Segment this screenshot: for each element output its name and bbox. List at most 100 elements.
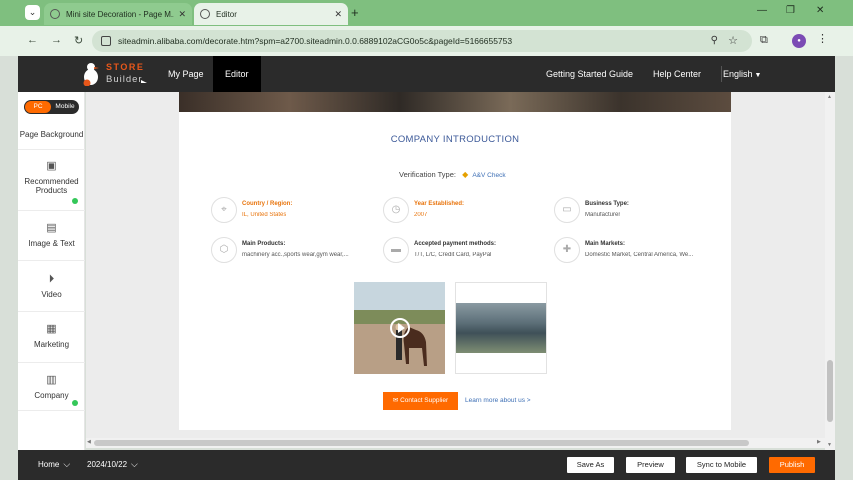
sidebar-item-recommended-products[interactable]: ▣ Recommended Products <box>18 160 85 195</box>
factory-photo[interactable] <box>455 282 547 374</box>
sync-to-mobile-button[interactable]: Sync to Mobile <box>686 457 757 473</box>
page-selector-label: Home <box>38 460 60 469</box>
info-label: Business Type: <box>585 201 629 207</box>
sidebar-item-label: Marketing <box>33 340 70 349</box>
section-title: COMPANY INTRODUCTION <box>390 134 520 145</box>
mouse-cursor <box>141 80 147 83</box>
pc-mobile-toggle[interactable]: PC Mobile <box>24 100 79 114</box>
info-country-region: ⌖ Country / Region: IL, United States <box>211 197 371 227</box>
company-icon: ▥ <box>46 374 57 386</box>
globe-icon <box>200 9 210 19</box>
restore-icon[interactable]: ❐ <box>786 5 795 16</box>
language-label: English <box>723 69 753 79</box>
nav-getting-started-guide[interactable]: Getting Started Guide <box>546 56 633 92</box>
publish-button[interactable]: Publish <box>769 457 815 473</box>
browser-tab-editor[interactable]: Editor ✕ <box>194 3 348 25</box>
info-value: Domestic Market, Central America, We... <box>585 252 694 258</box>
nav-divider <box>721 66 722 82</box>
globe-icon <box>50 9 60 19</box>
zoom-icon[interactable]: ⚲ <box>711 30 718 52</box>
scroll-up-icon[interactable]: ▲ <box>827 94 832 100</box>
new-badge-dot <box>72 198 78 204</box>
sidebar-item-marketing[interactable]: ▦ Marketing <box>18 323 85 349</box>
reload-icon[interactable]: ↻ <box>74 34 83 47</box>
minimize-icon[interactable]: — <box>757 5 767 16</box>
contact-supplier-button[interactable]: ✉ Contact Supplier <box>383 392 458 410</box>
sidebar-item-page-background[interactable]: Page Background <box>18 130 85 139</box>
extensions-icon[interactable]: ⧉ <box>760 34 768 47</box>
nav-editor[interactable]: Editor <box>213 56 261 92</box>
version-selector[interactable]: 2024/10/22 ⌵ <box>87 459 138 470</box>
vertical-scroll-thumb[interactable] <box>827 360 833 422</box>
toggle-mobile[interactable]: Mobile <box>52 101 78 113</box>
product-icon: ▣ <box>46 160 57 172</box>
divider <box>18 311 85 312</box>
chevron-down-icon: ⌵ <box>63 459 71 469</box>
url-field[interactable]: siteadmin.alibaba.com/decorate.htm?spm=a… <box>92 30 752 52</box>
verification-link[interactable]: A&V Check <box>472 172 505 179</box>
sidebar-item-company[interactable]: ▥ Company <box>18 374 85 400</box>
credit-card-icon: ▬ <box>383 237 409 263</box>
verification-label: Verification Type: <box>399 170 456 179</box>
info-payment-methods: ▬ Accepted payment methods: T/T, L/C, Cr… <box>383 237 543 267</box>
window-close-icon[interactable]: ✕ <box>816 5 824 16</box>
sidebar-item-label: Image & Text <box>28 239 75 248</box>
version-date: 2024/10/22 <box>87 460 128 469</box>
store-builder-logo[interactable]: STORE Builder <box>82 60 152 88</box>
info-value: machinery acc.,sports wear,gym wear,... <box>242 252 349 258</box>
info-year-established: ◷ Year Established: 2007 <box>383 197 543 227</box>
editor-canvas: COMPANY INTRODUCTION Verification Type: … <box>86 92 825 442</box>
puzzle-icon: ✚ <box>554 237 580 263</box>
back-icon[interactable]: ← <box>27 34 38 46</box>
info-label: Country / Region: <box>242 201 293 207</box>
sidebar-item-image-text[interactable]: ▤ Image & Text <box>18 222 85 248</box>
history-clock-icon: ◷ <box>383 197 409 223</box>
info-label: Accepted payment methods: <box>414 241 497 247</box>
bottom-toolbar: Home ⌵ 2024/10/22 ⌵ Save As Preview Sync t… <box>18 450 835 480</box>
bookmark-star-icon[interactable]: ☆ <box>728 30 738 52</box>
scroll-left-icon[interactable]: ◀ <box>87 439 91 445</box>
info-value: IL, United States <box>242 212 287 218</box>
preview-button[interactable]: Preview <box>626 457 675 473</box>
horizontal-scroll-thumb[interactable] <box>94 440 749 446</box>
scroll-right-icon[interactable]: ▶ <box>817 439 821 445</box>
close-icon[interactable]: ✕ <box>178 9 186 20</box>
vertical-scrollbar[interactable]: ▲ ▼ <box>825 92 835 450</box>
toggle-pc[interactable]: PC <box>25 101 51 113</box>
save-as-button[interactable]: Save As <box>567 457 614 473</box>
new-badge-dot <box>72 400 78 406</box>
language-selector[interactable]: English ▼ <box>723 56 761 92</box>
sidebar-item-label: Company <box>34 391 69 400</box>
page-selector[interactable]: Home ⌵ <box>38 459 70 470</box>
info-main-markets: ✚ Main Markets: Domestic Market, Central… <box>554 237 714 267</box>
company-video-thumbnail[interactable] <box>354 282 445 374</box>
banner-image <box>179 92 731 112</box>
info-label: Main Products: <box>242 241 286 247</box>
sidebar-item-label: Recommended Products <box>24 177 79 195</box>
scroll-down-icon[interactable]: ▼ <box>827 442 832 448</box>
browser-tab-mini-site[interactable]: Mini site Decoration - Page M... ✕ <box>44 3 192 25</box>
contact-supplier-label: Contact Supplier <box>400 397 449 404</box>
close-icon[interactable]: ✕ <box>334 9 342 20</box>
browser-menu-icon[interactable]: ⋮ <box>817 32 828 45</box>
divider <box>18 210 85 211</box>
new-tab-button[interactable]: + <box>351 5 359 20</box>
sidebar-item-label: Page Background <box>19 130 84 139</box>
profile-avatar[interactable]: ● <box>792 34 806 48</box>
tab-label: Mini site Decoration - Page M... <box>66 9 175 19</box>
company-introduction-module[interactable]: COMPANY INTRODUCTION Verification Type: … <box>179 92 731 430</box>
nav-my-page[interactable]: My Page <box>168 56 204 92</box>
horizontal-scrollbar[interactable]: ◀ ▶ <box>86 438 825 448</box>
divider <box>18 149 85 150</box>
tab-label: Editor <box>216 9 237 19</box>
forward-icon[interactable]: → <box>51 34 62 46</box>
address-bar-row: ← → ↻ siteadmin.alibaba.com/decorate.htm… <box>0 26 853 56</box>
play-icon[interactable] <box>390 318 410 338</box>
info-label: Year Established: <box>414 201 465 207</box>
nav-help-center[interactable]: Help Center <box>653 56 701 92</box>
site-info-icon[interactable] <box>101 36 111 46</box>
sidebar-item-video[interactable]: ⏵ Video <box>18 273 85 299</box>
tab-search-button[interactable]: ⌄ <box>25 5 40 20</box>
learn-more-link[interactable]: Learn more about us > <box>465 397 531 404</box>
caret-down-icon: ▼ <box>754 72 762 79</box>
